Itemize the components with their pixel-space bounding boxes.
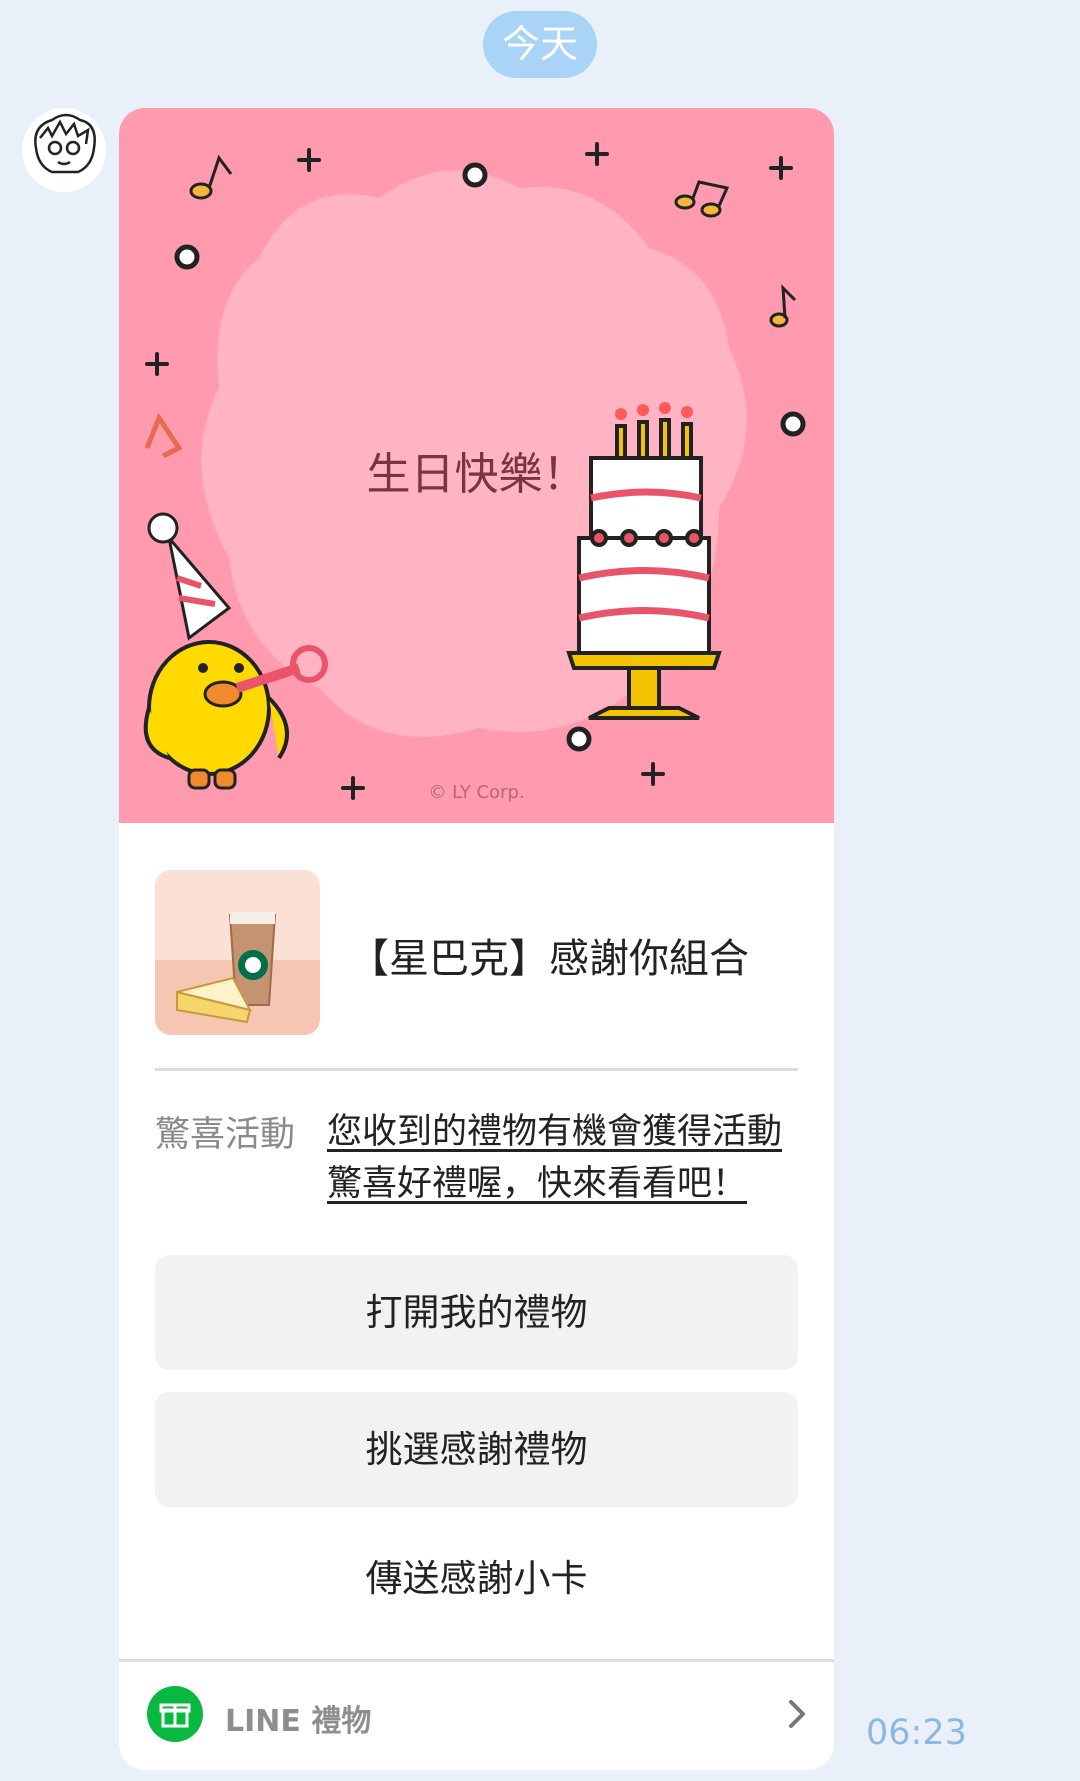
gift-message-card: 生日快樂！ © LY Corp. 【星巴克】感謝你組合 驚喜活動 您收到的禮物有… xyxy=(119,108,834,1770)
product-image[interactable] xyxy=(155,870,320,1035)
choose-thanks-gift-button[interactable]: 挑選感謝禮物 xyxy=(155,1392,798,1507)
product-title: 【星巴克】感謝你組合 xyxy=(349,936,749,982)
chevron-right-icon xyxy=(777,1694,817,1734)
coffee-cake-illustration xyxy=(155,870,320,1035)
send-thanks-card-button[interactable]: 傳送感謝小卡 xyxy=(155,1521,798,1636)
birthday-banner: 生日快樂！ © LY Corp. xyxy=(119,108,834,823)
promo-link[interactable]: 您收到的禮物有機會獲得活動驚喜好禮喔，快來看看吧！ xyxy=(327,1106,807,1210)
footer-label: LINE 禮物 xyxy=(225,1704,372,1739)
copyright-text: © LY Corp. xyxy=(428,782,525,803)
avatar-illustration xyxy=(34,113,96,174)
divider xyxy=(155,1068,798,1071)
date-divider: 今天 xyxy=(483,11,597,78)
sender-avatar[interactable] xyxy=(22,108,106,192)
gift-icon xyxy=(147,1686,203,1742)
message-timestamp: 06:23 xyxy=(866,1713,967,1753)
open-gift-button[interactable]: 打開我的禮物 xyxy=(155,1255,798,1370)
greeting-text: 生日快樂！ xyxy=(366,449,587,500)
line-gift-footer-link[interactable]: LINE 禮物 xyxy=(119,1662,834,1770)
promo-label: 驚喜活動 xyxy=(155,1115,296,1155)
